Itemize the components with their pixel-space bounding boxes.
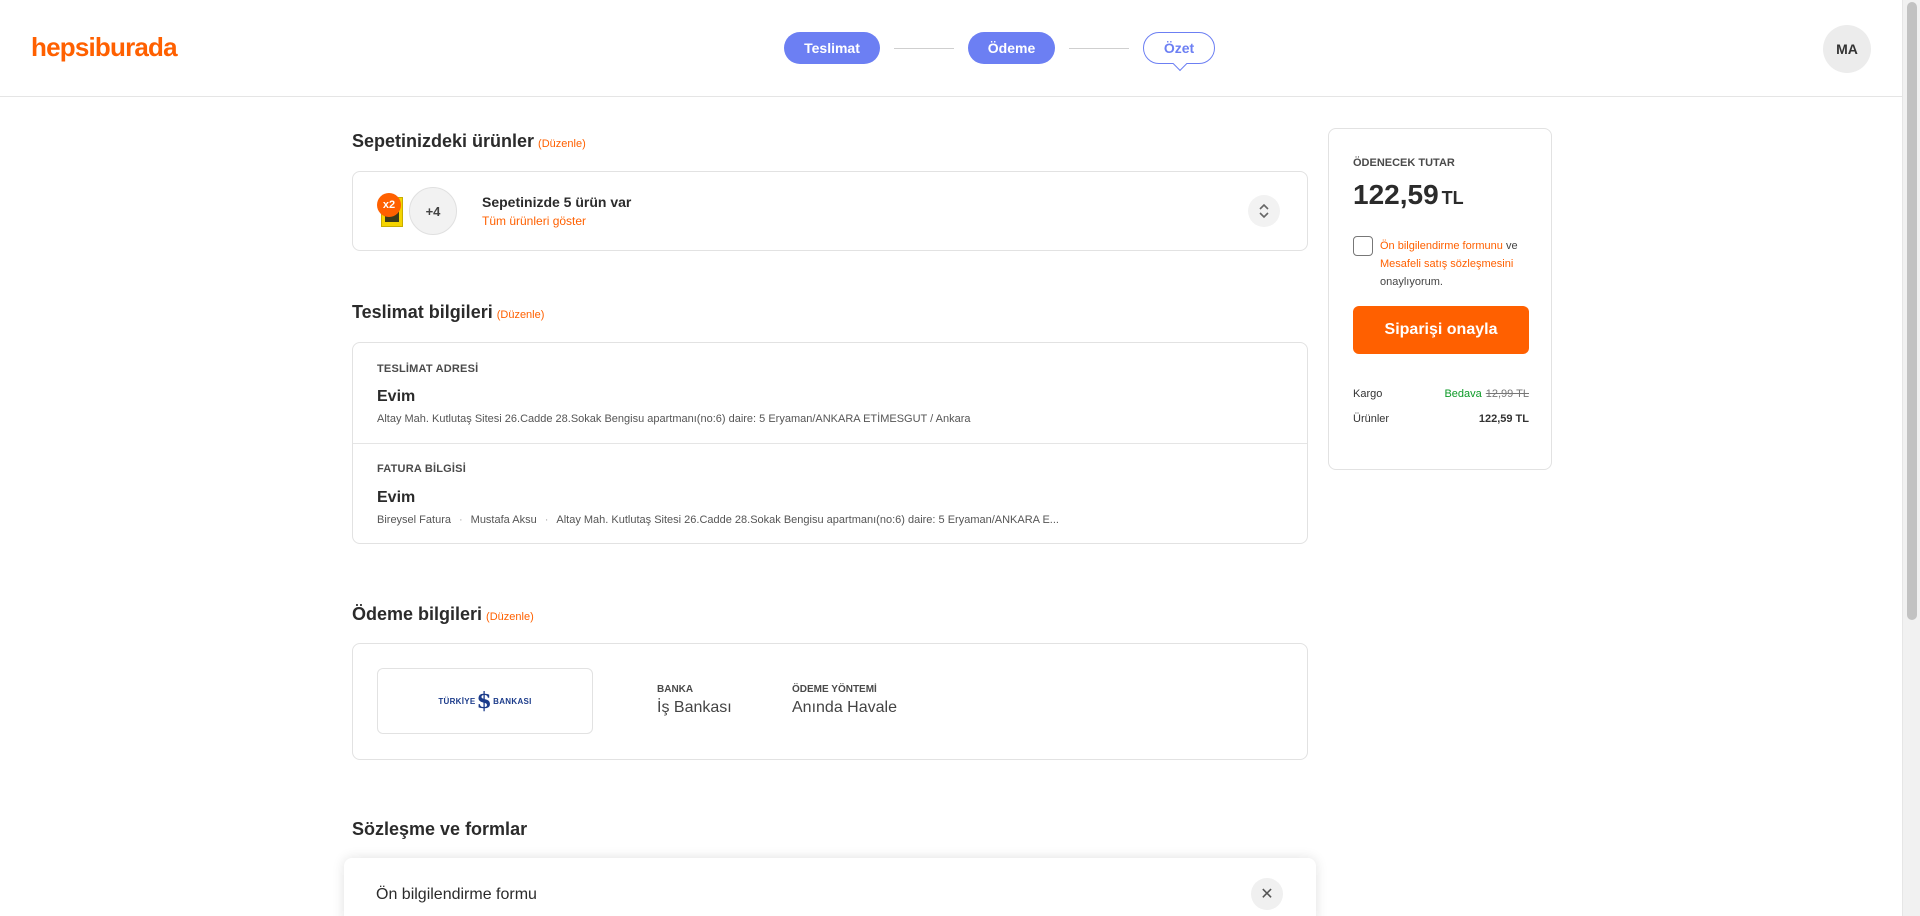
contract-form-panel: Ön bilgilendirme formu ✕ [344,858,1316,916]
bank-logo-left: TÜRKİYE [438,696,476,706]
scrollbar-thumb[interactable] [1907,2,1917,620]
products-value: 122,59 TL [1478,413,1529,425]
close-button[interactable]: ✕ [1251,878,1283,910]
logo[interactable]: hepsiburada [31,32,178,63]
payment-method-value: Anında Havale [792,699,897,716]
step-ozet-label: Özet [1163,40,1195,56]
payment-method-label: ÖDEME YÖNTEMİ [792,684,877,695]
amount-label: ÖDENECEK TUTAR [1353,157,1455,169]
agreement-text: Ön bilgilendirme formunu ve Mesafeli sat… [1380,237,1540,291]
distance-sales-link[interactable]: Mesafeli satış sözleşmesini [1380,258,1513,270]
bank-logo-mark: $ [476,688,493,714]
shipping-value: Bedava 12,99 TL [1444,388,1529,400]
bank-logo-box: TÜRKİYE $ BANKASI [377,668,593,734]
bank-value: İş Bankası [657,699,732,716]
contract-form-title: Ön bilgilendirme formu [376,886,537,903]
contracts-section-title: Sözleşme ve formlar [352,819,527,840]
products-row: Ürünler 122,59 TL [1353,413,1529,425]
shipping-row: Kargo Bedava 12,99 TL [1353,388,1529,400]
payment-title: Ödeme bilgileri [352,604,483,624]
step-connector [1069,47,1129,49]
bank-logo: TÜRKİYE $ BANKASI [438,688,531,714]
step-teslimat[interactable]: Teslimat [784,32,880,64]
preinfo-form-link[interactable]: Ön bilgilendirme formunu [1380,240,1503,252]
separator-dot: · [458,514,463,526]
cart-title: Sepetinizdeki ürünler [352,131,535,151]
step-connector [894,47,954,49]
invoice-name: Evim [377,489,416,506]
user-avatar[interactable]: MA [1823,25,1871,73]
cart-count-text: Sepetinizde 5 ürün var [482,194,632,210]
chevron-up-down-icon [1259,203,1269,219]
step-ozet: Özet [1143,32,1215,72]
agreement-tail: onaylıyorum. [1380,276,1443,288]
delivery-section-title: Teslimat bilgileri (Düzenle) [352,302,544,323]
invoice-heading: FATURA BİLGİSİ [377,463,466,475]
payment-card: TÜRKİYE $ BANKASI BANKA İş Bankası ÖDEME… [352,643,1308,760]
total-amount: 122,59 TL [1353,179,1464,211]
amount-value: 122,59 [1353,179,1439,210]
payment-section-title: Ödeme bilgileri (Düzenle) [352,604,534,625]
address-line: Altay Mah. Kutlutaş Sitesi 26.Cadde 28.S… [377,413,971,425]
close-icon: ✕ [1260,886,1274,903]
divider [353,443,1307,444]
checkout-stepper: Teslimat Ödeme Özet [784,32,1215,72]
step-pointer [1172,56,1188,72]
expand-cart-button[interactable] [1248,195,1280,227]
step-odeme[interactable]: Ödeme [968,32,1055,64]
delivery-title: Teslimat bilgileri [352,302,493,322]
shipping-label: Kargo [1353,388,1383,400]
cart-card: x2 +4 Sepetinizde 5 ürün var Tüm ürünler… [352,171,1308,251]
shipping-old-price: 12,99 TL [1485,388,1529,400]
separator-dot: · [544,514,549,526]
products-label: Ürünler [1353,413,1390,425]
order-summary: ÖDENECEK TUTAR 122,59 TL Ön bilgilendirme… [1328,128,1552,470]
amount-currency: TL [1441,188,1464,208]
cart-section-title: Sepetinizdeki ürünler (Düzenle) [352,131,586,152]
quantity-badge: x2 [377,193,401,217]
address-name: Evim [377,388,416,405]
show-all-products-link[interactable]: Tüm ürünleri göster [482,214,586,228]
address-heading: TESLİMAT ADRESİ [377,363,479,375]
agreement-and: ve [1502,240,1518,252]
invoice-person: Mustafa Aksu [470,514,537,526]
delivery-card: TESLİMAT ADRESİ Evim Altay Mah. Kutlutaş… [352,342,1308,544]
cart-edit-link[interactable]: (Düzenle) [538,138,586,150]
invoice-type: Bireysel Fatura [377,514,451,526]
more-products-count[interactable]: +4 [409,187,457,235]
shipping-free: Bedava [1444,388,1482,400]
agreement-checkbox[interactable] [1353,236,1373,256]
page-scrollbar[interactable] [1902,0,1920,916]
invoice-details: Bireysel Fatura · Mustafa Aksu · Altay Mah. … [377,514,1059,526]
payment-edit-link[interactable]: (Düzenle) [486,611,534,623]
confirm-order-button[interactable]: Siparişi onayla [1353,306,1529,354]
contracts-title: Sözleşme ve formlar [352,819,528,839]
header: hepsiburada Teslimat Ödeme Özet MA [0,0,1902,97]
bank-logo-right: BANKASI [493,696,532,706]
bank-label: BANKA [657,684,694,695]
delivery-edit-link[interactable]: (Düzenle) [497,309,545,321]
invoice-address: Altay Mah. Kutlutaş Sitesi 26.Cadde 28.S… [556,514,1059,526]
